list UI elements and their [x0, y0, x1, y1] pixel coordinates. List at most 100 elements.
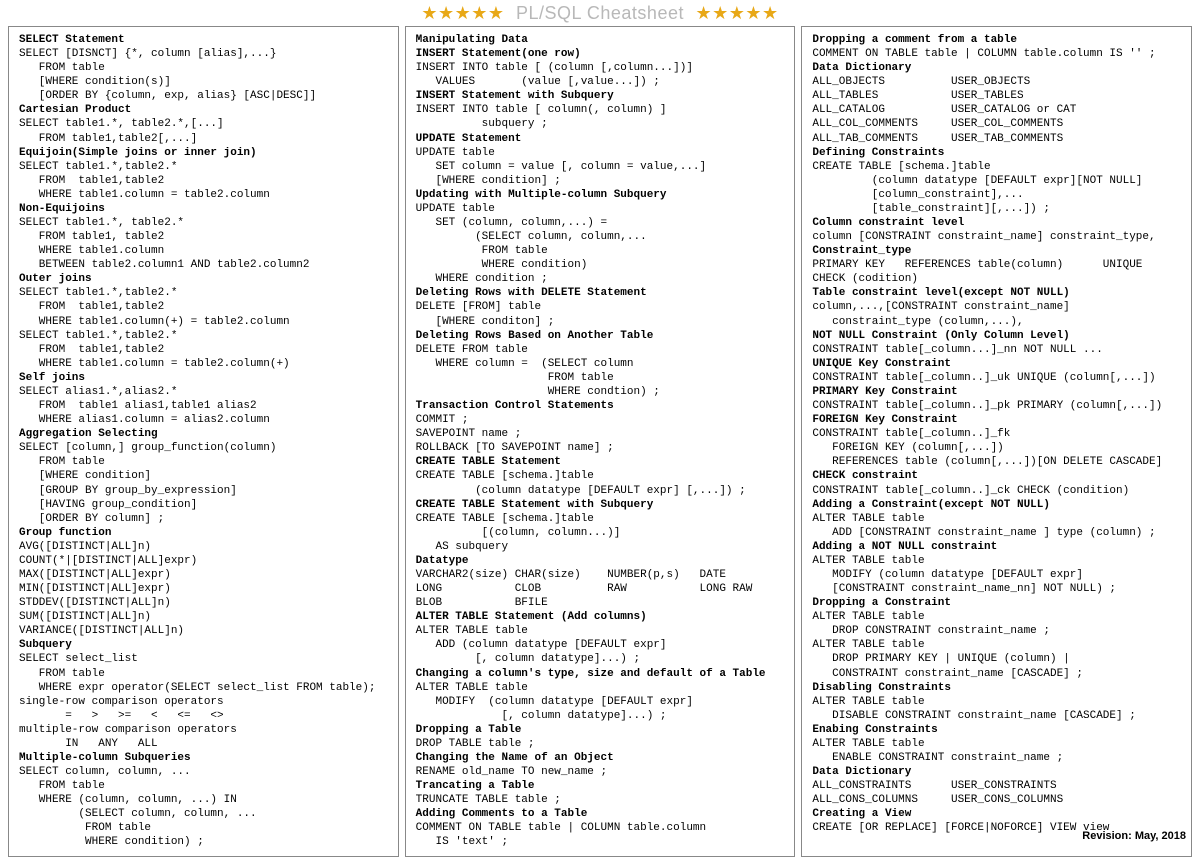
code-line: CONSTRAINT table[_column..]_fk — [812, 427, 1183, 441]
section-heading: Outer joins — [19, 272, 390, 286]
code-line: (column datatype [DEFAULT expr] [,...]) … — [416, 484, 787, 498]
code-line: [WHERE conditon] ; — [416, 315, 787, 329]
column-right: Dropping a comment from a tableCOMMENT O… — [801, 26, 1192, 857]
code-line: ALL_COL_COMMENTS USER_COL_COMMENTS — [812, 117, 1183, 131]
code-line: VARIANCE([DISTINCT|ALL]n) — [19, 624, 390, 638]
code-line: SELECT [column,] group_function(column) — [19, 441, 390, 455]
code-line: SET column = value [, column = value,...… — [416, 160, 787, 174]
code-line: IN ANY ALL — [19, 737, 390, 751]
code-line: [WHERE condition] — [19, 469, 390, 483]
section-heading: Defining Constraints — [812, 146, 1183, 160]
code-line: REFERENCES table (column[,...])[ON DELET… — [812, 455, 1183, 469]
code-line: FROM table — [19, 779, 390, 793]
column-left: SELECT StatementSELECT [DISNCT] {*, colu… — [8, 26, 399, 857]
section-heading: CREATE TABLE Statement — [416, 455, 787, 469]
section-heading: Disabling Constraints — [812, 681, 1183, 695]
code-line: SELECT table1.*,table2.* — [19, 329, 390, 343]
page-title: ★★★★★ PL/SQL Cheatsheet ★★★★★ — [0, 0, 1200, 26]
code-line: WHERE table1.column(+) = table2.column — [19, 315, 390, 329]
code-line: FROM table1 alias1,table1 alias2 — [19, 399, 390, 413]
section-heading: Dropping a Table — [416, 723, 787, 737]
section-heading: PRIMARY Key Constraint — [812, 385, 1183, 399]
code-line: single-row comparison operators — [19, 695, 390, 709]
section-heading: Cartesian Product — [19, 103, 390, 117]
section-heading: CHECK constraint — [812, 469, 1183, 483]
code-line: ALL_TABLES USER_TABLES — [812, 89, 1183, 103]
code-line: WHERE condition ; — [416, 272, 787, 286]
code-line: ENABLE CONSTRAINT constraint_name ; — [812, 751, 1183, 765]
code-line: ALL_OBJECTS USER_OBJECTS — [812, 75, 1183, 89]
section-heading: Table constraint level(except NOT NULL) — [812, 286, 1183, 300]
section-heading: INSERT Statement with Subquery — [416, 89, 787, 103]
code-line: [HAVING group_condition] — [19, 498, 390, 512]
code-line: constraint_type (column,...), — [812, 315, 1183, 329]
section-heading: Dropping a comment from a table — [812, 33, 1183, 47]
code-line: CHECK (codition) — [812, 272, 1183, 286]
section-heading: Adding Comments to a Table — [416, 807, 787, 821]
code-line: FROM table — [19, 667, 390, 681]
code-line: CREATE TABLE [schema.]table — [812, 160, 1183, 174]
code-line: [(column, column...)] — [416, 526, 787, 540]
code-line: FROM table — [19, 455, 390, 469]
code-line: ALTER TABLE table — [812, 695, 1183, 709]
section-heading: Changing the Name of an Object — [416, 751, 787, 765]
code-line: FROM table — [19, 61, 390, 75]
code-line: RENAME old_name TO new_name ; — [416, 765, 787, 779]
code-line: (SELECT column, column,... — [416, 230, 787, 244]
code-line: column [CONSTRAINT constraint_name] cons… — [812, 230, 1183, 244]
code-line: ALTER TABLE table — [416, 624, 787, 638]
code-line: DROP PRIMARY KEY | UNIQUE (column) | — [812, 652, 1183, 666]
code-line: = > >= < <= <> — [19, 709, 390, 723]
code-line: WHERE expr operator(SELECT select_list F… — [19, 681, 390, 695]
section-heading: Non-Equijoins — [19, 202, 390, 216]
code-line: COMMIT ; — [416, 413, 787, 427]
section-heading: Deleting Rows Based on Another Table — [416, 329, 787, 343]
code-line: multiple-row comparison operators — [19, 723, 390, 737]
code-line: BETWEEN table2.column1 AND table2.column… — [19, 258, 390, 272]
code-line: DISABLE CONSTRAINT constraint_name [CASC… — [812, 709, 1183, 723]
code-line: FROM table — [19, 821, 390, 835]
code-line: FROM table — [416, 371, 787, 385]
section-heading: SELECT Statement — [19, 33, 390, 47]
code-line: column,...,[CONSTRAINT constraint_name] — [812, 300, 1183, 314]
section-heading: Deleting Rows with DELETE Statement — [416, 286, 787, 300]
code-line: FROM table1,table2 — [19, 174, 390, 188]
code-line: ALL_CATALOG USER_CATALOG or CAT — [812, 103, 1183, 117]
title-text: PL/SQL Cheatsheet — [516, 3, 684, 23]
section-heading: Transaction Control Statements — [416, 399, 787, 413]
section-heading: Equijoin(Simple joins or inner join) — [19, 146, 390, 160]
code-line: ADD (column datatype [DEFAULT expr] — [416, 638, 787, 652]
section-heading: ALTER TABLE Statement (Add columns) — [416, 610, 787, 624]
star-icon: ★★★★★ — [421, 3, 504, 23]
code-line: ALL_TAB_COMMENTS USER_TAB_COMMENTS — [812, 132, 1183, 146]
code-line: ALL_CONSTRAINTS USER_CONSTRAINTS — [812, 779, 1183, 793]
code-line: CREATE TABLE [schema.]table — [416, 469, 787, 483]
code-line: COMMENT ON TABLE table | COLUMN table.co… — [812, 47, 1183, 61]
code-line: INSERT INTO table [ (column [,column...]… — [416, 61, 787, 75]
section-heading: Changing a column's type, size and defau… — [416, 667, 787, 681]
code-line: CREATE TABLE [schema.]table — [416, 512, 787, 526]
code-line: FOREIGN KEY (column[,...]) — [812, 441, 1183, 455]
code-line: TRUNCATE TABLE table ; — [416, 793, 787, 807]
code-line: ALTER TABLE table — [812, 638, 1183, 652]
code-line: CONSTRAINT table[_column..]_ck CHECK (co… — [812, 484, 1183, 498]
code-line: CONSTRAINT table[_column..]_pk PRIMARY (… — [812, 399, 1183, 413]
section-heading: Dropping a Constraint — [812, 596, 1183, 610]
section-heading: INSERT Statement(one row) — [416, 47, 787, 61]
code-line: COUNT(*|[DISTINCT|ALL]expr) — [19, 554, 390, 568]
code-line: BLOB BFILE — [416, 596, 787, 610]
code-line: WHERE condtion) ; — [416, 385, 787, 399]
code-line: MODIFY (column datatype [DEFAULT expr] — [812, 568, 1183, 582]
code-line: MAX([DISTINCT|ALL]expr) — [19, 568, 390, 582]
code-line: COMMENT ON TABLE table | COLUMN table.co… — [416, 821, 787, 835]
code-line: SELECT alias1.*,alias2.* — [19, 385, 390, 399]
code-line: SELECT [DISNCT] {*, column [alias],...} — [19, 47, 390, 61]
code-line: WHERE condition) ; — [19, 835, 390, 849]
section-heading: Manipulating Data — [416, 33, 787, 47]
code-line: (SELECT column, column, ... — [19, 807, 390, 821]
code-line: SELECT column, column, ... — [19, 765, 390, 779]
section-heading: Column constraint level — [812, 216, 1183, 230]
code-line: UPDATE table — [416, 146, 787, 160]
code-line: [CONSTRAINT constraint_name_nn] NOT NULL… — [812, 582, 1183, 596]
code-line: PRIMARY KEY REFERENCES table(column) UNI… — [812, 258, 1183, 272]
